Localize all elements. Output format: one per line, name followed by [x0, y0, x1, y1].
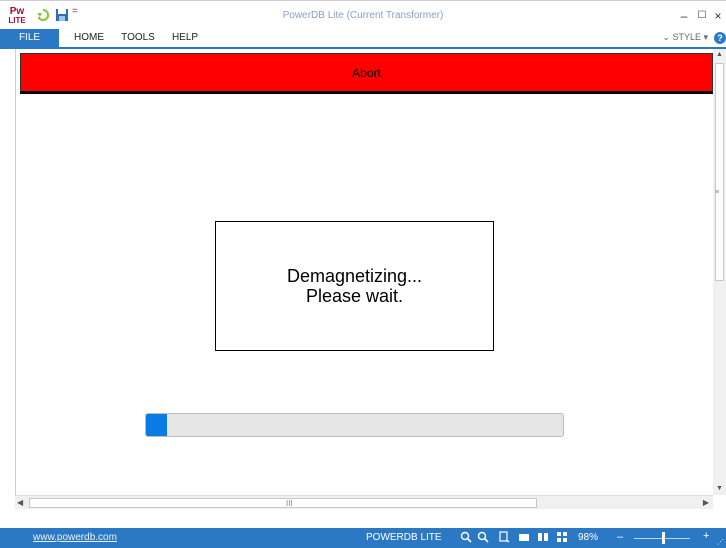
- dropdown-arrow-icon: ▾: [703, 32, 708, 42]
- multi-page-icon[interactable]: [556, 531, 568, 543]
- menu-file[interactable]: FILE: [0, 29, 59, 47]
- horizontal-scroll-thumb[interactable]: III: [29, 498, 537, 508]
- vertical-scrollbar[interactable]: ▲ ≡ ▼: [713, 49, 726, 495]
- status-bar: www.powerdb.com POWERDB LITE 98% – + ⋰: [0, 528, 726, 548]
- zoom-level: 98%: [578, 532, 599, 543]
- style-dropdown[interactable]: ⌄ STYLE ▾: [662, 32, 708, 43]
- menu-tools[interactable]: TOOLS: [120, 29, 156, 47]
- page-icon[interactable]: [498, 531, 510, 543]
- left-gutter: [0, 49, 15, 509]
- menu-bar: FILE HOME TOOLS HELP ⌄ STYLE ▾ ?: [0, 29, 726, 49]
- window-title: PowerDB Lite (Current Transformer): [282, 10, 444, 21]
- message-line-1: Demagnetizing...: [286, 266, 423, 286]
- progress-bar: [145, 413, 564, 437]
- resize-grip-icon[interactable]: ⋰: [717, 538, 724, 546]
- zoom-in-icon[interactable]: [460, 531, 472, 543]
- scroll-right-icon[interactable]: ▶: [703, 496, 709, 510]
- status-app-name: POWERDB LITE: [366, 532, 442, 543]
- zoom-minus-button[interactable]: –: [617, 531, 623, 543]
- close-button[interactable]: ×: [708, 9, 726, 23]
- progress-fill: [146, 414, 167, 436]
- scroll-up-icon[interactable]: ▲: [713, 49, 726, 61]
- horizontal-scrollbar[interactable]: ◀ III ▶: [15, 495, 713, 509]
- grip-icon: ≡: [715, 189, 720, 196]
- message-line-2: Please wait.: [305, 286, 404, 306]
- one-page-icon[interactable]: [518, 531, 530, 543]
- help-icon[interactable]: ?: [714, 32, 726, 44]
- abort-button[interactable]: Abort: [20, 53, 713, 94]
- chevron-down-icon: ⌄: [662, 32, 670, 42]
- vertical-scroll-thumb[interactable]: [715, 63, 724, 281]
- status-message-box: Demagnetizing... Please wait.: [215, 221, 494, 351]
- title-bar: Pw LITE = PowerDB Lite (Current Transfor…: [0, 0, 726, 29]
- grip-icon: III: [286, 499, 293, 508]
- menu-help[interactable]: HELP: [170, 29, 200, 47]
- two-page-icon[interactable]: [537, 531, 549, 543]
- website-link[interactable]: www.powerdb.com: [33, 532, 117, 543]
- minimize-button[interactable]: –: [674, 9, 694, 23]
- scroll-down-icon[interactable]: ▼: [713, 483, 726, 495]
- menu-home[interactable]: HOME: [72, 29, 106, 47]
- zoom-plus-button[interactable]: +: [703, 530, 709, 542]
- zoom-out-icon[interactable]: [477, 531, 489, 543]
- style-label: STYLE: [672, 32, 701, 42]
- content-area: Abort Demagnetizing... Please wait.: [15, 49, 713, 495]
- scroll-left-icon[interactable]: ◀: [17, 496, 23, 510]
- zoom-slider-thumb[interactable]: [662, 532, 665, 544]
